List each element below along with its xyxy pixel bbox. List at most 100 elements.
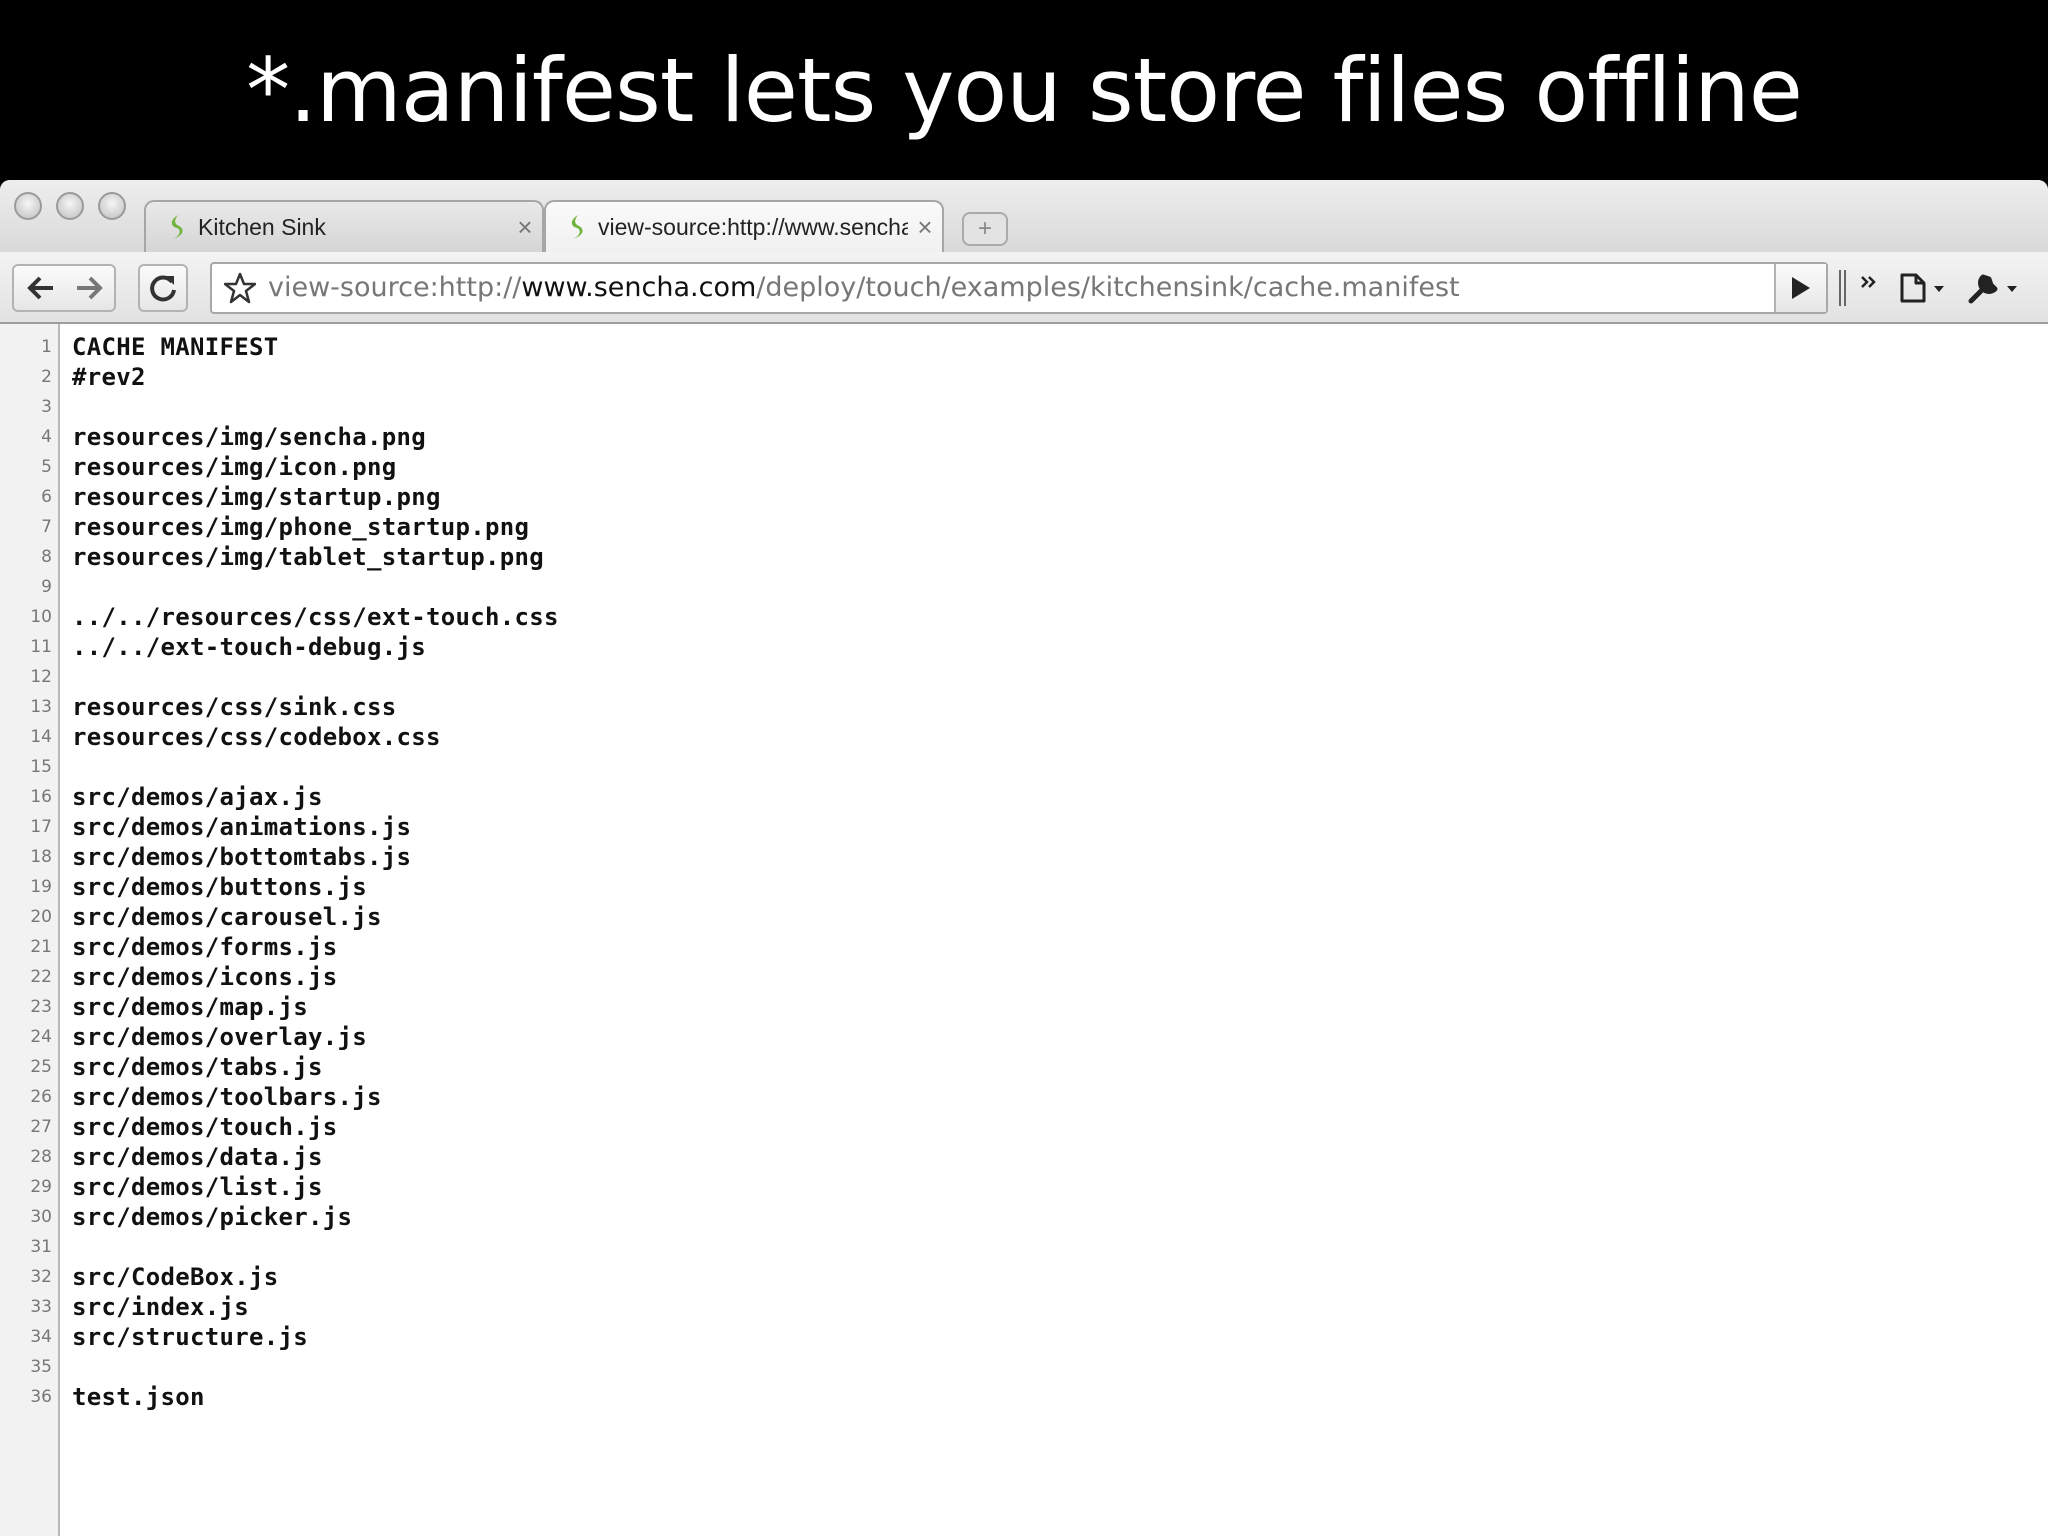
line-text[interactable]: CACHE MANIFEST: [72, 333, 279, 361]
line-text[interactable]: resources/img/startup.png: [72, 483, 441, 511]
tab-close-icon[interactable]: ×: [908, 212, 942, 243]
toolbar-divider-handle[interactable]: [1836, 266, 1850, 310]
line-text[interactable]: src/demos/overlay.js: [72, 1023, 367, 1051]
bookmark-button[interactable]: [220, 266, 260, 310]
minimize-window-button[interactable]: [56, 192, 84, 220]
source-line: 33 src/index.js: [0, 1292, 248, 1322]
page-menu-button[interactable]: [1896, 266, 1956, 310]
source-line: 4 resources/img/sencha.png: [0, 422, 426, 452]
zoom-window-button[interactable]: [98, 192, 126, 220]
page-icon: [1900, 273, 1944, 303]
line-text[interactable]: src/demos/buttons.js: [72, 873, 367, 901]
line-number: 17: [30, 817, 52, 837]
source-line: 34 src/structure.js: [0, 1322, 307, 1352]
source-line: 29 src/demos/list.js: [0, 1172, 322, 1202]
line-text[interactable]: src/demos/carousel.js: [72, 903, 382, 931]
line-text[interactable]: resources/img/icon.png: [72, 453, 396, 481]
line-text[interactable]: src/demos/list.js: [72, 1173, 323, 1201]
line-text[interactable]: src/demos/animations.js: [72, 813, 411, 841]
chevron-double-right-icon: [1861, 276, 1876, 288]
line-text[interactable]: src/structure.js: [72, 1323, 308, 1351]
source-line: 14 resources/css/codebox.css: [0, 722, 440, 752]
source-line: 26 src/demos/toolbars.js: [0, 1082, 381, 1112]
source-line: 27 src/demos/touch.js: [0, 1112, 337, 1142]
url-text[interactable]: view-source:http://www.sencha.com/deploy…: [268, 264, 1460, 312]
line-number: 35: [30, 1357, 52, 1377]
line-text[interactable]: resources/css/sink.css: [72, 693, 396, 721]
line-text[interactable]: src/demos/picker.js: [72, 1203, 352, 1231]
source-line: 3: [0, 392, 52, 422]
tab-strip: Kitchen Sink × view-source:http://www.se…: [0, 180, 2048, 252]
line-text[interactable]: src/demos/map.js: [72, 993, 308, 1021]
line-text[interactable]: #rev2: [72, 363, 146, 391]
tab-close-icon[interactable]: ×: [508, 212, 542, 243]
wrench-menu-button[interactable]: [1964, 266, 2030, 310]
sencha-favicon-icon: [171, 215, 183, 239]
address-bar[interactable]: view-source:http://www.sencha.com/deploy…: [210, 262, 1828, 314]
line-number: 8: [41, 547, 52, 567]
source-line: 28 src/demos/data.js: [0, 1142, 322, 1172]
line-text[interactable]: src/CodeBox.js: [72, 1263, 279, 1291]
line-text[interactable]: src/demos/data.js: [72, 1143, 323, 1171]
line-number: 24: [30, 1027, 52, 1047]
source-line: 31: [0, 1232, 52, 1262]
line-text[interactable]: src/demos/forms.js: [72, 933, 338, 961]
line-text[interactable]: src/demos/toolbars.js: [72, 1083, 382, 1111]
line-text[interactable]: ../../resources/css/ext-touch.css: [72, 603, 559, 631]
bookmarks-overflow-button[interactable]: [1856, 260, 1882, 304]
reload-button[interactable]: [140, 266, 186, 310]
source-line: 30 src/demos/picker.js: [0, 1202, 352, 1232]
tab-kitchen-sink[interactable]: Kitchen Sink ×: [144, 200, 544, 252]
source-line: 2 #rev2: [0, 362, 145, 392]
source-line: 1 CACHE MANIFEST: [0, 332, 278, 362]
line-number: 26: [30, 1087, 52, 1107]
tab-view-source[interactable]: view-source:http://www.sencha.com/deploy…: [544, 200, 944, 252]
line-number: 6: [41, 487, 52, 507]
line-text[interactable]: resources/img/phone_startup.png: [72, 513, 529, 541]
tab-label: view-source:http://www.sencha.com/deploy…: [598, 213, 908, 240]
line-text[interactable]: src/demos/icons.js: [72, 963, 338, 991]
line-text[interactable]: src/demos/tabs.js: [72, 1053, 323, 1081]
source-line: 25 src/demos/tabs.js: [0, 1052, 322, 1082]
back-button[interactable]: [16, 266, 64, 310]
line-number: 29: [30, 1177, 52, 1197]
source-line: 11 ../../ext-touch-debug.js: [0, 632, 425, 662]
line-number: 31: [30, 1237, 52, 1257]
url-prefix: view-source:http://: [268, 272, 522, 303]
line-text[interactable]: resources/img/tablet_startup.png: [72, 543, 544, 571]
source-line: 9: [0, 572, 52, 602]
source-line: 20 src/demos/carousel.js: [0, 902, 381, 932]
line-number: 7: [41, 517, 52, 537]
line-number: 14: [30, 727, 52, 747]
wrench-icon: [1968, 274, 2017, 304]
close-window-button[interactable]: [14, 192, 42, 220]
source-line: 22 src/demos/icons.js: [0, 962, 337, 992]
line-text[interactable]: src/demos/bottomtabs.js: [72, 843, 411, 871]
line-number: 33: [30, 1297, 52, 1317]
source-line: 10 ../../resources/css/ext-touch.css: [0, 602, 558, 632]
forward-button[interactable]: [66, 266, 114, 310]
source-line: 18 src/demos/bottomtabs.js: [0, 842, 411, 872]
new-tab-button[interactable]: +: [962, 212, 1008, 246]
line-number: 4: [41, 427, 52, 447]
line-number: 11: [30, 637, 52, 657]
source-line: 6 resources/img/startup.png: [0, 482, 440, 512]
toolbar: view-source:http://www.sencha.com/deploy…: [0, 252, 2048, 324]
go-button[interactable]: [1774, 264, 1826, 312]
line-text[interactable]: test.json: [72, 1383, 205, 1411]
line-text[interactable]: src/demos/ajax.js: [72, 783, 323, 811]
line-number: 5: [41, 457, 52, 477]
line-text[interactable]: ../../ext-touch-debug.js: [72, 633, 426, 661]
tab-label: Kitchen Sink: [198, 213, 326, 240]
source-line: 21 src/demos/forms.js: [0, 932, 337, 962]
divider-handle-icon: [1839, 270, 1846, 306]
line-text[interactable]: src/index.js: [72, 1293, 249, 1321]
line-number: 20: [30, 907, 52, 927]
line-number: 30: [30, 1207, 52, 1227]
line-number: 22: [30, 967, 52, 987]
line-text[interactable]: resources/css/codebox.css: [72, 723, 441, 751]
source-line: 15: [0, 752, 52, 782]
line-text[interactable]: src/demos/touch.js: [72, 1113, 338, 1141]
back-arrow-icon: [27, 276, 53, 300]
line-text[interactable]: resources/img/sencha.png: [72, 423, 426, 451]
